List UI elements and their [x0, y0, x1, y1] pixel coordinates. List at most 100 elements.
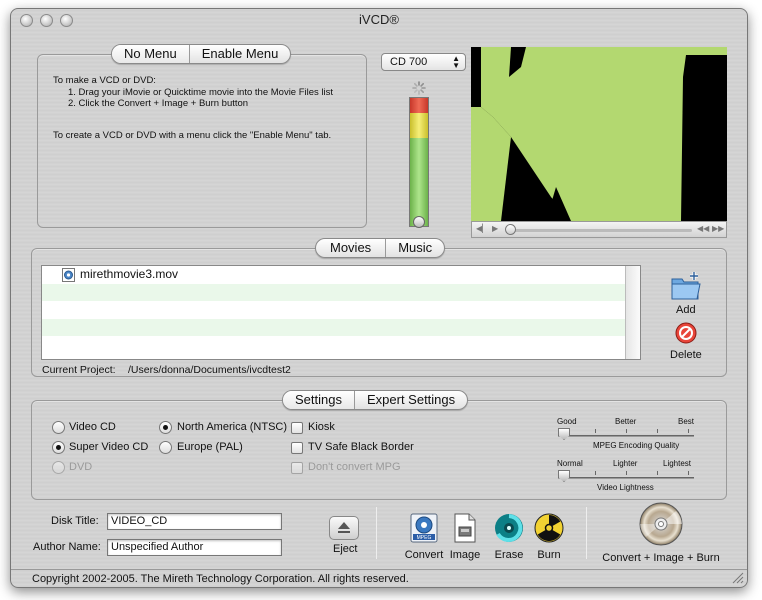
current-project-label: Current Project: — [42, 364, 116, 376]
movie-file-name: mirethmovie3.mov — [80, 267, 179, 281]
list-item — [42, 336, 640, 354]
tab-enable-menu[interactable]: Enable Menu — [190, 45, 291, 63]
quality-slider-track[interactable] — [558, 435, 694, 437]
toolbar-divider — [586, 507, 587, 559]
quality-mid-label: Better — [615, 417, 637, 426]
tab-music[interactable]: Music — [386, 239, 444, 257]
zoom-window-button[interactable] — [60, 14, 73, 27]
settings-tabs: Settings Expert Settings — [282, 390, 469, 410]
disk-title-label: Disk Title: — [51, 515, 99, 527]
instruction-line: To create a VCD or DVD with a menu click… — [53, 130, 332, 141]
tab-expert-settings[interactable]: Expert Settings — [355, 391, 467, 409]
lightness-mid-label: Lighter — [613, 459, 638, 468]
list-item — [42, 283, 640, 301]
close-window-button[interactable] — [20, 14, 33, 27]
convert-button[interactable]: MPEG Convert — [404, 512, 444, 561]
skip-back-icon[interactable]: ◀▏ — [476, 224, 488, 233]
video-cd-radio[interactable] — [52, 421, 65, 434]
level-meter — [409, 97, 429, 228]
disk-title-field[interactable]: VIDEO_CD — [107, 513, 282, 530]
video-controls: ◀▏ ▶ ◀◀ ▶▶ — [471, 221, 727, 238]
lightness-max-label: Lightest — [663, 459, 692, 468]
tv-safe-checkbox[interactable] — [291, 442, 303, 454]
quality-max-label: Best — [678, 417, 695, 426]
delete-label[interactable]: Delete — [670, 349, 702, 361]
convert-image-burn-button[interactable]: Convert + Image + Burn — [599, 501, 723, 564]
mpeg-convert-icon: MPEG — [410, 513, 438, 543]
eject-button[interactable] — [329, 516, 359, 540]
list-item — [42, 318, 640, 336]
add-label[interactable]: Add — [676, 304, 696, 316]
author-name-value: Unspecified Author — [111, 541, 204, 553]
rewind-icon[interactable]: ◀◀ — [697, 224, 709, 233]
minimize-window-button[interactable] — [40, 14, 53, 27]
slider-tick — [626, 471, 627, 475]
image-label: Image — [449, 549, 481, 561]
play-icon[interactable]: ▶ — [492, 224, 498, 233]
tab-no-menu[interactable]: No Menu — [112, 45, 190, 63]
disk-image-icon — [454, 513, 476, 543]
cd-disc-icon — [639, 502, 683, 546]
status-footer: Copyright 2002-2005. The Mireth Technolo… — [11, 569, 747, 587]
dont-convert-checkbox — [291, 462, 303, 474]
toolbar-divider — [376, 507, 377, 559]
slider-tick — [688, 429, 689, 433]
burn-label: Burn — [537, 549, 561, 561]
meter-red-zone — [410, 98, 428, 113]
instruction-line: 2. Click the Convert + Image + Burn butt… — [68, 98, 249, 109]
eject-icon — [338, 522, 350, 533]
convert-image-burn-label: Convert + Image + Burn — [602, 552, 720, 564]
author-name-field[interactable]: Unspecified Author — [107, 539, 282, 556]
quality-slider-label: MPEG Encoding Quality — [593, 441, 680, 450]
tab-movies[interactable]: Movies — [316, 239, 387, 257]
video-frame-image — [471, 47, 727, 221]
pal-radio[interactable] — [159, 441, 172, 454]
disc-size-value: CD 700 — [390, 56, 428, 68]
meter-knob[interactable] — [413, 216, 425, 228]
disc-size-select[interactable]: CD 700 ▲ ▼ — [381, 53, 466, 71]
resize-grip-icon[interactable] — [730, 570, 744, 584]
eject-label[interactable]: Eject — [333, 543, 357, 555]
slider-tick — [626, 429, 627, 433]
video-scrubber-track[interactable] — [508, 229, 692, 232]
list-item[interactable]: mirethmovie3.mov — [42, 266, 640, 284]
video-preview — [471, 47, 727, 221]
dvd-radio — [52, 461, 65, 474]
lightness-min-label: Normal — [557, 459, 583, 468]
image-button[interactable]: Image — [447, 512, 483, 561]
video-scrubber-thumb[interactable] — [505, 224, 516, 235]
lightness-slider-track[interactable] — [558, 477, 694, 479]
video-cd-label: Video CD — [69, 421, 116, 433]
copyright-text: Copyright 2002-2005. The Mireth Technolo… — [32, 573, 409, 585]
tv-safe-label: TV Safe Black Border — [308, 441, 414, 453]
burn-button[interactable]: Burn — [531, 512, 567, 561]
add-folder-icon[interactable] — [670, 271, 702, 303]
movie-files-list[interactable]: mirethmovie3.mov — [41, 265, 641, 360]
erase-disc-icon — [495, 514, 523, 542]
updown-arrows-icon: ▲ ▼ — [452, 54, 460, 70]
quality-min-label: Good — [557, 417, 577, 426]
slider-tick — [657, 429, 658, 433]
ntsc-label: North America (NTSC) — [177, 421, 288, 433]
mpeg-badge: MPEG — [417, 535, 432, 541]
tab-settings[interactable]: Settings — [283, 391, 355, 409]
erase-button[interactable]: Erase — [491, 512, 527, 561]
dvd-label: DVD — [69, 461, 93, 473]
progress-spinner-icon — [412, 81, 426, 95]
window-title: iVCD® — [359, 12, 399, 27]
super-video-cd-label: Super Video CD — [69, 441, 149, 453]
ntsc-radio[interactable] — [159, 421, 172, 434]
convert-label: Convert — [404, 549, 444, 561]
disk-title-value: VIDEO_CD — [111, 515, 168, 527]
window-titlebar[interactable]: iVCD® — [11, 9, 747, 31]
lightness-slider-label: Video Lightness — [597, 483, 654, 492]
delete-icon[interactable] — [675, 322, 697, 344]
fast-forward-icon[interactable]: ▶▶ — [712, 224, 724, 233]
list-scrollbar[interactable] — [625, 266, 640, 359]
instruction-line: To make a VCD or DVD: — [53, 75, 156, 86]
slider-tick — [595, 429, 596, 433]
super-video-cd-radio[interactable] — [52, 441, 65, 454]
list-item — [42, 301, 640, 319]
kiosk-checkbox[interactable] — [291, 422, 303, 434]
menu-tabs: No Menu Enable Menu — [111, 44, 292, 64]
